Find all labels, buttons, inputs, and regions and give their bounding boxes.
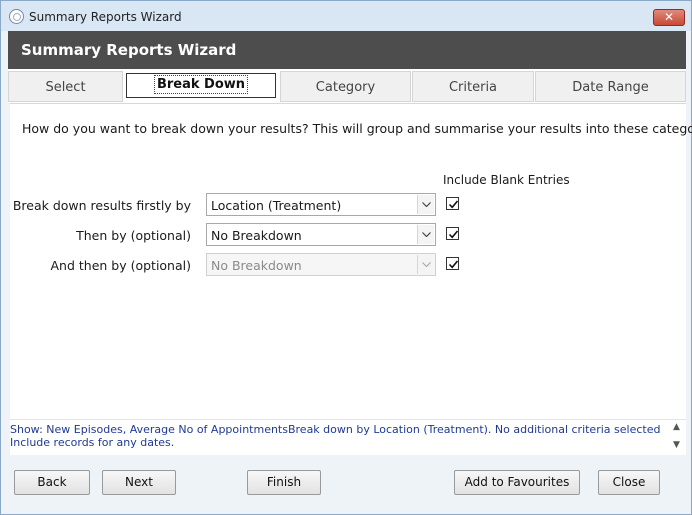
window-close-button[interactable]: ✕ (653, 9, 685, 26)
breakdown-1-include-blank-checkbox[interactable] (446, 197, 459, 210)
summary-text: Show: New Episodes, Average No of Appoin… (10, 423, 661, 449)
chevron-down-icon (417, 255, 434, 274)
tab-date-range[interactable]: Date Range (535, 71, 686, 102)
tab-criteria[interactable]: Criteria (412, 71, 534, 102)
breakdown-3-include-blank-checkbox[interactable] (446, 257, 459, 270)
add-to-favourites-button[interactable]: Add to Favourites (454, 470, 580, 495)
tab-strip: Select Break Down Category Criteria Date… (8, 69, 686, 103)
include-blank-header: Include Blank Entries (443, 173, 570, 187)
tab-category[interactable]: Category (280, 71, 411, 102)
wizard-title: Summary Reports Wizard (21, 41, 237, 59)
summary-scrollbar[interactable]: ▲ ▼ (671, 420, 686, 456)
breakdown-2-label: Then by (optional) (76, 228, 191, 243)
app-icon (9, 9, 24, 24)
tab-break-down[interactable]: Break Down (126, 73, 276, 98)
breakdown-2-value: No Breakdown (211, 228, 302, 243)
wizard-footer: Back Next Finish Add to Favourites Close (2, 456, 690, 513)
breakdown-1-select[interactable]: Location (Treatment) (206, 193, 436, 216)
title-bar: Summary Reports Wizard ✕ (1, 1, 691, 31)
next-button[interactable]: Next (102, 470, 176, 495)
back-button[interactable]: Back (14, 470, 90, 495)
finish-button[interactable]: Finish (247, 470, 321, 495)
breakdown-3-value: No Breakdown (211, 258, 302, 273)
breakdown-3-select: No Breakdown (206, 253, 436, 276)
chevron-down-icon[interactable] (417, 225, 434, 244)
break-down-question: How do you want to break down your resul… (22, 121, 692, 136)
breakdown-3-label: And then by (optional) (50, 258, 191, 273)
wizard-window: Summary Reports Wizard ✕ Summary Reports… (0, 0, 692, 515)
wizard-header: Summary Reports Wizard (8, 31, 686, 69)
window-title: Summary Reports Wizard (29, 10, 182, 24)
breakdown-2-select[interactable]: No Breakdown (206, 223, 436, 246)
break-down-panel: How do you want to break down your resul… (10, 103, 692, 419)
breakdown-2-include-blank-checkbox[interactable] (446, 227, 459, 240)
tab-break-down-label: Break Down (153, 75, 249, 94)
breakdown-1-label: Break down results firstly by (12, 198, 191, 213)
breakdown-1-value: Location (Treatment) (211, 198, 342, 213)
selection-summary: Show: New Episodes, Average No of Appoin… (10, 419, 686, 455)
scroll-down-icon[interactable]: ▼ (673, 440, 680, 450)
chevron-down-icon[interactable] (417, 195, 434, 214)
tab-select[interactable]: Select (8, 71, 123, 102)
scroll-up-icon[interactable]: ▲ (673, 422, 680, 432)
close-button[interactable]: Close (598, 470, 660, 495)
